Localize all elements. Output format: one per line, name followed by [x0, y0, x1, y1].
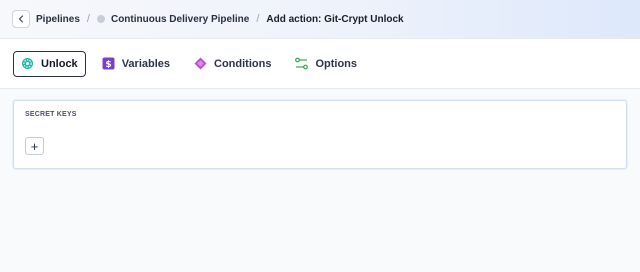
- tab-label: Options: [315, 57, 358, 70]
- dollar-icon: $: [102, 57, 115, 70]
- section-label: SECRET KEYS: [25, 111, 77, 118]
- tab-label: Conditions: [214, 57, 272, 70]
- tab-unlock[interactable]: Unlock: [13, 50, 86, 77]
- action-tabs: Unlock $ Variables Conditions Options: [0, 39, 640, 89]
- breadcrumb-pipeline[interactable]: Continuous Delivery Pipeline: [111, 14, 249, 25]
- tab-label: Variables: [121, 57, 171, 70]
- breadcrumb-current-page: Add action: Git-Crypt Unlock: [266, 13, 404, 25]
- page-header: Pipelines / Continuous Delivery Pipeline…: [0, 0, 640, 39]
- tab-label: Unlock: [41, 57, 78, 70]
- secret-keys-panel: SECRET KEYS +: [13, 100, 627, 169]
- tab-options[interactable]: Options: [287, 51, 365, 77]
- tab-conditions[interactable]: Conditions: [186, 51, 279, 77]
- tab-variables[interactable]: $ Variables: [94, 51, 178, 77]
- options-icon: [295, 57, 309, 70]
- gear-icon: [21, 57, 34, 70]
- breadcrumb-separator: /: [86, 13, 90, 25]
- svg-text:$: $: [105, 60, 111, 70]
- chevron-left-icon: [18, 15, 24, 23]
- pipeline-status-icon: [96, 15, 105, 23]
- breadcrumb-separator: /: [256, 13, 260, 25]
- add-secret-key-button[interactable]: +: [25, 137, 44, 155]
- breadcrumb-pipelines[interactable]: Pipelines: [36, 14, 80, 25]
- back-button[interactable]: [12, 10, 30, 28]
- diamond-icon: [194, 57, 207, 70]
